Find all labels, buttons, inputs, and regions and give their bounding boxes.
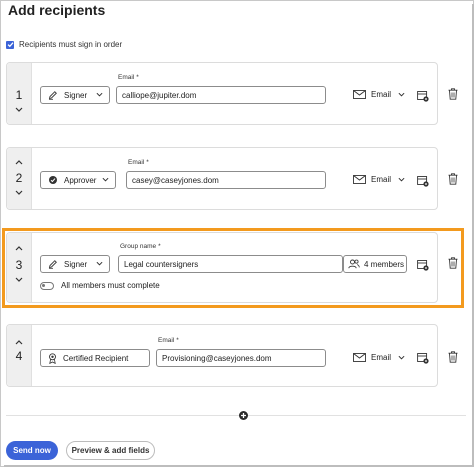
email-input[interactable]: calliope@jupiter.dom [116, 86, 326, 104]
email-label: Email * [158, 337, 179, 344]
chevron-down-icon [102, 177, 109, 182]
chevron-up-icon[interactable] [15, 160, 23, 165]
recipient-number: 2 [15, 171, 23, 185]
plus-icon [241, 413, 246, 418]
chevron-down-icon [398, 177, 405, 182]
trash-icon[interactable] [448, 88, 458, 100]
chevron-down-icon [398, 355, 405, 360]
recipient-number: 4 [15, 349, 23, 363]
page-title: Add recipients [8, 2, 106, 18]
preview-add-fields-button[interactable]: Preview & add fields [66, 441, 155, 460]
calendar-settings-icon[interactable] [417, 352, 429, 364]
email-input[interactable]: casey@caseyjones.dom [126, 171, 326, 189]
email-input[interactable]: Provisioning@caseyjones.dom [156, 349, 326, 367]
calendar-settings-icon[interactable] [417, 175, 429, 187]
role-dropdown[interactable]: Signer [40, 86, 110, 104]
divider [6, 415, 466, 416]
delivery-method-dropdown[interactable]: Email [353, 175, 405, 184]
pen-icon [48, 90, 58, 100]
delivery-method-dropdown[interactable]: Email [353, 353, 405, 362]
trash-icon[interactable] [448, 351, 458, 363]
envelope-icon [353, 175, 366, 184]
recipient-card-1: 1 Signer Email * calliope@jupiter.dom Ema… [6, 62, 438, 125]
role-dropdown[interactable]: Certified Recipient [40, 349, 150, 367]
delivery-label: Email [371, 90, 392, 99]
role-dropdown[interactable]: Approver [40, 171, 116, 189]
role-label: Signer [64, 90, 88, 100]
sign-in-order-option[interactable]: Recipients must sign in order [6, 40, 122, 49]
chevron-down-icon[interactable] [15, 107, 23, 112]
envelope-icon [353, 90, 366, 99]
delivery-method-dropdown[interactable]: Email [353, 90, 405, 99]
ribbon-icon [48, 352, 57, 364]
recipient-card-2: 2 Approver Email * casey@caseyjones.dom E… [6, 147, 438, 210]
calendar-settings-icon[interactable] [417, 90, 429, 102]
email-label: Email * [118, 74, 139, 81]
recipient-number: 1 [15, 88, 23, 102]
chevron-down-icon[interactable] [15, 190, 23, 195]
envelope-icon [353, 353, 366, 362]
chevron-up-icon[interactable] [15, 340, 23, 345]
send-now-button[interactable]: Send now [6, 441, 58, 460]
sign-in-order-label: Recipients must sign in order [19, 40, 123, 49]
role-label: Approver [64, 175, 97, 185]
sign-in-order-checkbox[interactable] [6, 40, 14, 49]
recipient-card-4: 4 Certified Recipient Email * Provisionin… [6, 324, 438, 387]
checkmark-icon [7, 42, 13, 48]
delivery-label: Email [371, 353, 392, 362]
email-label: Email * [128, 159, 149, 166]
chevron-down-icon [398, 92, 405, 97]
check-circle-icon [48, 175, 58, 185]
trash-icon[interactable] [448, 173, 458, 185]
role-label: Certified Recipient [63, 353, 129, 363]
highlight-box [2, 228, 464, 308]
delivery-label: Email [371, 175, 392, 184]
add-recipient-button[interactable] [239, 411, 248, 420]
chevron-down-icon [96, 92, 103, 97]
